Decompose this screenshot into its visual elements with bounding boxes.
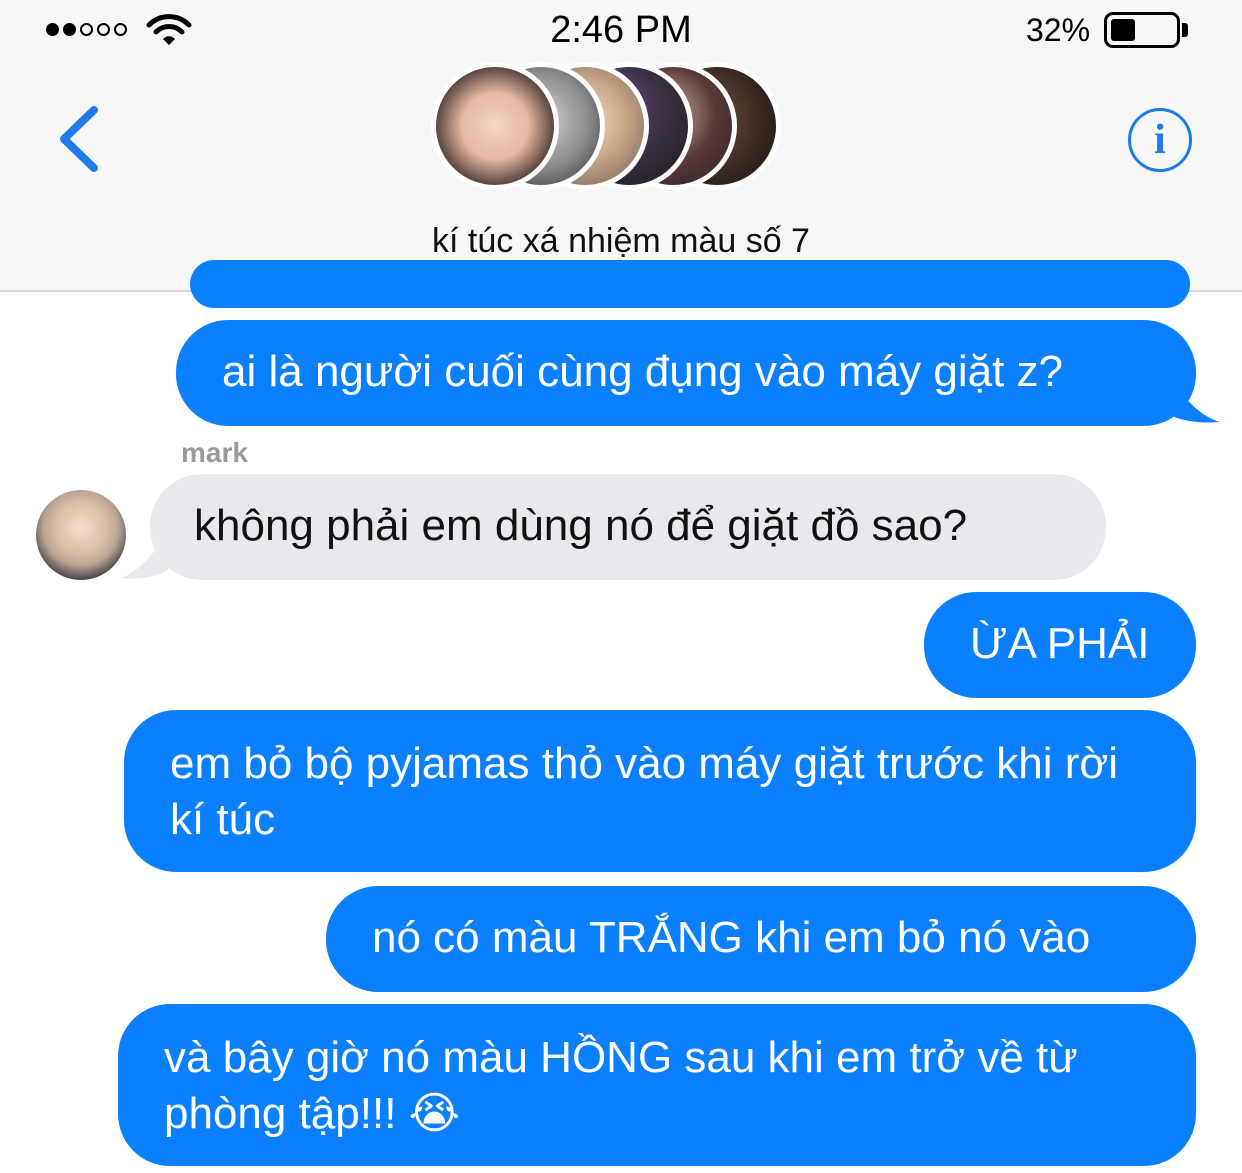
message-bubble-outgoing[interactable]: em bỏ bộ pyjamas thỏ vào máy giặt trước … bbox=[124, 710, 1196, 872]
bubble-tail bbox=[1168, 372, 1220, 423]
bubble-tail bbox=[120, 528, 168, 579]
back-chevron-icon[interactable] bbox=[54, 104, 102, 174]
info-icon[interactable]: i bbox=[1128, 108, 1192, 172]
group-member-avatar bbox=[431, 62, 559, 190]
message-text: ỪA PHẢI bbox=[970, 619, 1150, 668]
group-name[interactable]: kí túc xá nhiệm màu số 7 bbox=[0, 222, 1242, 261]
message-bubble-outgoing[interactable]: ai là người cuối cùng đụng vào máy giặt … bbox=[176, 320, 1196, 426]
message-text: nó có màu TRẮNG khi em bỏ nó vào bbox=[372, 913, 1091, 962]
battery-icon bbox=[1104, 12, 1180, 48]
group-avatars[interactable] bbox=[431, 62, 791, 192]
message-text: em bỏ bộ pyjamas thỏ vào máy giặt trước … bbox=[170, 739, 1118, 844]
message-text: không phải em dùng nó để giặt đồ sao? bbox=[194, 501, 968, 550]
sender-avatar[interactable] bbox=[36, 490, 126, 580]
battery-percent: 32% bbox=[1026, 12, 1091, 48]
message-bubble-outgoing[interactable]: nó có màu TRẮNG khi em bỏ nó vào bbox=[326, 886, 1196, 992]
message-bubble-outgoing[interactable]: và bây giờ nó màu HỒNG sau khi em trở về… bbox=[118, 1004, 1196, 1166]
sender-name: mark bbox=[181, 437, 248, 468]
chat-header: 2:46 PM 32% kí túc xá nhiệm màu số 7 i bbox=[0, 0, 1242, 292]
message-text: và bây giờ nó màu HỒNG sau khi em trở về… bbox=[164, 1033, 1078, 1138]
message-bubble-outgoing[interactable]: ỪA PHẢI bbox=[924, 592, 1196, 698]
message-bubble-partial bbox=[190, 260, 1190, 308]
message-bubble-incoming[interactable]: không phải em dùng nó để giặt đồ sao? bbox=[150, 474, 1106, 580]
message-text: ai là người cuối cùng đụng vào máy giặt … bbox=[222, 347, 1064, 396]
status-bar: 2:46 PM 32% bbox=[0, 0, 1242, 60]
